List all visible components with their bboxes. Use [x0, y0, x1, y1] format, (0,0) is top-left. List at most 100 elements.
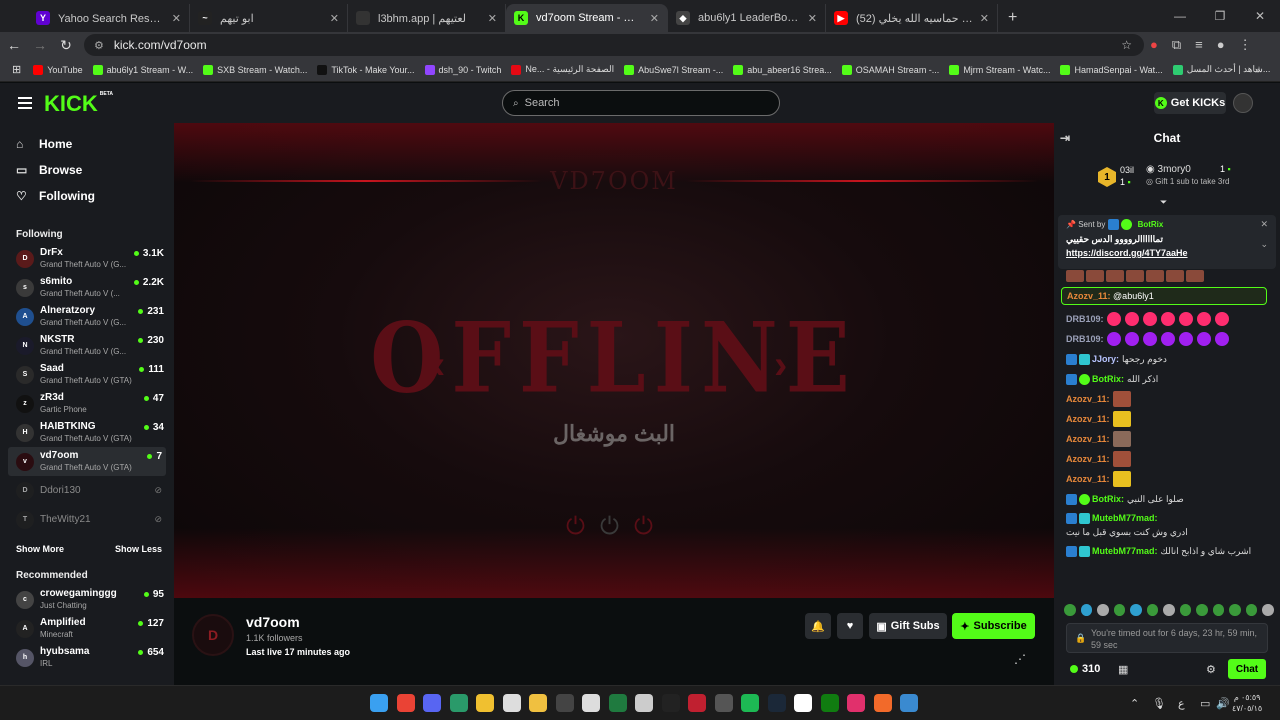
send-chat-button[interactable]: Chat — [1228, 659, 1266, 679]
bookmark-item[interactable]: Mjrm Stream - Watc... — [949, 64, 1050, 75]
profile-avatar[interactable]: ● — [1217, 37, 1225, 53]
chat-username[interactable]: Azozv_11: — [1066, 412, 1110, 426]
pin-expand-icon[interactable]: ⏷ — [1160, 197, 1167, 208]
windows-start-icon[interactable] — [370, 694, 388, 712]
emote-icon[interactable] — [1130, 604, 1142, 616]
tab-close-icon[interactable]: ✕ — [808, 12, 817, 25]
xbox-icon[interactable] — [820, 694, 839, 712]
sidebar-channel[interactable]: z zR3d Gartic Phone 47 — [0, 389, 174, 418]
follow-heart-button[interactable]: ♥ — [837, 613, 863, 639]
xmind-icon[interactable] — [688, 694, 706, 712]
store-icon[interactable]: ▦ — [1118, 663, 1128, 676]
forward-icon[interactable]: → — [28, 37, 52, 53]
emote-icon[interactable] — [1080, 604, 1093, 616]
app-icon[interactable] — [794, 694, 812, 712]
browser-tab[interactable]: ◆ abu6ly1 LeaderBoard | The best ✕ — [668, 4, 826, 32]
chevron-down-icon[interactable]: ⌄ — [1260, 239, 1268, 250]
chat-username[interactable]: Azozv_11: — [1066, 392, 1110, 406]
user-avatar[interactable] — [1233, 93, 1253, 113]
menu-hamburger-icon[interactable] — [18, 97, 32, 112]
tab-close-icon[interactable]: ✕ — [650, 12, 659, 25]
bookmark-item[interactable]: YouTube — [33, 64, 83, 75]
extension-icon[interactable]: ● — [1150, 37, 1158, 53]
browser-tab[interactable]: ▶ (52) شيلة رقص حماسيه الله يخلي ✕ — [826, 4, 998, 32]
bookmark-item[interactable]: abu_abeer16 Strea... — [733, 64, 832, 75]
emote-icon[interactable] — [1146, 604, 1159, 616]
photos-icon[interactable] — [900, 694, 918, 712]
bookmark-item[interactable]: OSAMAH Stream -... — [841, 64, 939, 75]
tab-close-icon[interactable]: ✕ — [172, 12, 181, 25]
emote-icon[interactable] — [1163, 604, 1175, 616]
chrome-icon[interactable] — [396, 694, 415, 712]
chat-username[interactable]: DRB109: — [1066, 312, 1104, 326]
file-explorer-icon[interactable] — [529, 694, 547, 712]
chat-username[interactable]: DRB109: — [1066, 332, 1104, 346]
maximize-button[interactable]: ❐ — [1200, 0, 1240, 32]
url-field[interactable]: ⚙ kick.com/vd7oom ☆ — [84, 34, 1144, 56]
chat-username[interactable]: BotRix: — [1092, 492, 1124, 506]
chat-username[interactable]: Azozv_11: — [1066, 472, 1110, 486]
kick-logo[interactable]: KICK BETA — [44, 91, 113, 117]
sidebar-channel[interactable]: h hyubsama IRL 654 — [0, 643, 174, 672]
browser-tab[interactable]: Y Yahoo Search Results - لعتيهم ✕ — [28, 4, 190, 32]
show-less-button[interactable]: Show Less — [115, 544, 162, 554]
channel-points[interactable]: 310 — [1070, 663, 1100, 675]
subscribe-button[interactable]: ✦ Subscribe — [952, 613, 1035, 639]
tab-close-icon[interactable]: ✕ — [980, 12, 989, 25]
sidebar-channel[interactable]: c crowegaminggg Just Chatting 95 — [0, 585, 174, 614]
chat-username[interactable]: MutebM77mad: — [1092, 544, 1158, 558]
epic-games-icon[interactable] — [661, 694, 680, 712]
store-icon[interactable] — [582, 694, 600, 712]
unity-icon[interactable] — [502, 694, 521, 712]
bookmark-item[interactable]: HamadSenpai - Wat... — [1060, 64, 1163, 75]
video-player[interactable]: VD7OOM ‹ OFFLINE › البث موشغال ⏻ ⏻ ⏻ — [174, 123, 1054, 598]
close-window-button[interactable]: ✕ — [1240, 0, 1280, 32]
bookmark-star-icon[interactable]: ☆ — [1121, 38, 1132, 52]
sidebar-channel[interactable]: A Alneratzory Grand Theft Auto V (G... 231 — [0, 302, 174, 331]
sidebar-nav-home[interactable]: ⌂ Home — [0, 131, 174, 157]
more-menu-icon[interactable]: ⋮ — [1239, 37, 1252, 53]
app-icon[interactable] — [873, 694, 892, 712]
browser-tab[interactable]: Kvd7oom Stream - Watch Live on ✕ — [506, 4, 668, 32]
bookmark-item[interactable]: SXB Stream - Watch... — [203, 64, 307, 75]
steam-icon[interactable] — [767, 694, 786, 712]
excel-icon[interactable] — [608, 694, 627, 712]
collapse-chat-icon[interactable]: ⇥ — [1060, 131, 1070, 145]
emote-icon[interactable] — [1097, 604, 1109, 616]
bookmark-item[interactable]: abu6ly1 Stream - W... — [92, 64, 193, 75]
emote-icon[interactable] — [1212, 604, 1225, 616]
tab-close-icon[interactable]: ✕ — [330, 12, 339, 25]
apps-grid-icon[interactable]: ⊞ — [12, 63, 21, 76]
app-icon[interactable] — [449, 694, 468, 712]
emote-icon[interactable] — [1064, 604, 1076, 616]
sidebar-nav-browse[interactable]: ▭ Browse — [0, 157, 174, 183]
notification-bell-button[interactable]: 🔔 — [805, 613, 831, 639]
pinned-link[interactable]: https://discord.gg/4TY7aaHe — [1066, 248, 1268, 258]
share-icon[interactable]: ⋰ — [1014, 652, 1026, 666]
instagram-icon[interactable] — [847, 694, 865, 712]
emote-icon[interactable] — [1229, 604, 1241, 616]
sidebar-channel-offline[interactable]: T TheWitty21 ⊘ — [0, 505, 174, 534]
volume-icon[interactable]: 🔊 — [1216, 697, 1230, 710]
language-indicator[interactable]: ع — [1178, 697, 1185, 710]
emote-icon[interactable] — [1196, 604, 1208, 616]
sidebar-channel[interactable]: S Saad Grand Theft Auto V (GTA) 111 — [0, 360, 174, 389]
emote-icon[interactable] — [1262, 604, 1274, 616]
tab-close-icon[interactable]: ✕ — [488, 12, 497, 25]
sidebar-channel-offline[interactable]: D Ddori130 ⊘ — [0, 476, 174, 505]
site-info-icon[interactable]: ⚙ — [94, 39, 104, 52]
bookmark-item[interactable]: AbuSwe7l Stream -... — [624, 64, 723, 75]
gift-subs-button[interactable]: ▣ Gift Subs — [869, 613, 947, 639]
microphone-icon[interactable]: 🎙 — [1152, 697, 1166, 710]
discord-icon[interactable] — [423, 694, 441, 712]
app-icon[interactable] — [714, 694, 733, 712]
sidebar-channel[interactable]: D DrFx Grand Theft Auto V (G... 3.1K — [0, 244, 174, 273]
app-icon[interactable] — [635, 694, 653, 712]
sidebar-channel[interactable]: s s6mito Grand Theft Auto V (... 2.2K — [0, 273, 174, 302]
show-more-button[interactable]: Show More — [16, 544, 64, 554]
reload-icon[interactable]: ↻ — [54, 37, 78, 54]
back-icon[interactable]: ← — [2, 37, 26, 53]
browser-tab[interactable]: l3bhm.app | لعتيهم ✕ — [348, 4, 506, 32]
new-tab-button[interactable]: + — [998, 4, 1027, 32]
bookmark-item[interactable]: Ne... - الصفحة الرئيسية — [511, 64, 614, 75]
